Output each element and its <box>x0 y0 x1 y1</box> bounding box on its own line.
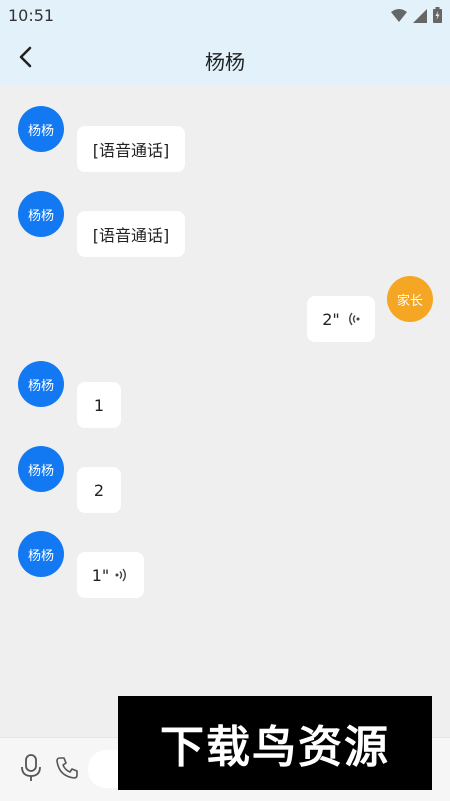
avatar[interactable]: 杨杨 <box>18 361 64 407</box>
battery-icon <box>433 7 442 27</box>
microphone-button[interactable] <box>20 754 42 786</box>
voice-message-bubble[interactable]: 1" <box>77 552 144 598</box>
avatar[interactable]: 杨杨 <box>18 191 64 237</box>
message-bubble[interactable]: 2 <box>77 467 121 513</box>
top-bar: 10:51 杨杨 <box>0 0 450 86</box>
message-bubble[interactable]: [语音通话] <box>77 211 185 257</box>
voice-duration: 2" <box>322 309 340 329</box>
status-bar: 10:51 <box>0 0 450 30</box>
avatar[interactable]: 家长 <box>387 276 433 322</box>
chat-header: 杨杨 <box>0 30 450 86</box>
avatar[interactable]: 杨杨 <box>18 531 64 577</box>
avatar[interactable]: 杨杨 <box>18 446 64 492</box>
status-time: 10:51 <box>8 6 55 25</box>
wifi-icon <box>391 8 407 27</box>
call-button[interactable] <box>55 756 79 784</box>
voice-duration: 1" <box>91 565 110 585</box>
message-bubble[interactable]: [语音通话] <box>77 126 185 172</box>
status-icons <box>391 7 442 27</box>
phone-icon <box>56 757 78 779</box>
signal-icon <box>413 8 427 27</box>
voice-wave-icon <box>348 312 360 326</box>
watermark-banner: 下载鸟资源 <box>118 696 432 790</box>
voice-wave-icon <box>115 568 127 582</box>
page-title: 杨杨 <box>205 50 245 74</box>
microphone-icon <box>21 754 41 781</box>
voice-message-bubble[interactable]: 2" <box>307 296 375 342</box>
message-bubble[interactable]: 1 <box>77 382 121 428</box>
avatar[interactable]: 杨杨 <box>18 106 64 152</box>
